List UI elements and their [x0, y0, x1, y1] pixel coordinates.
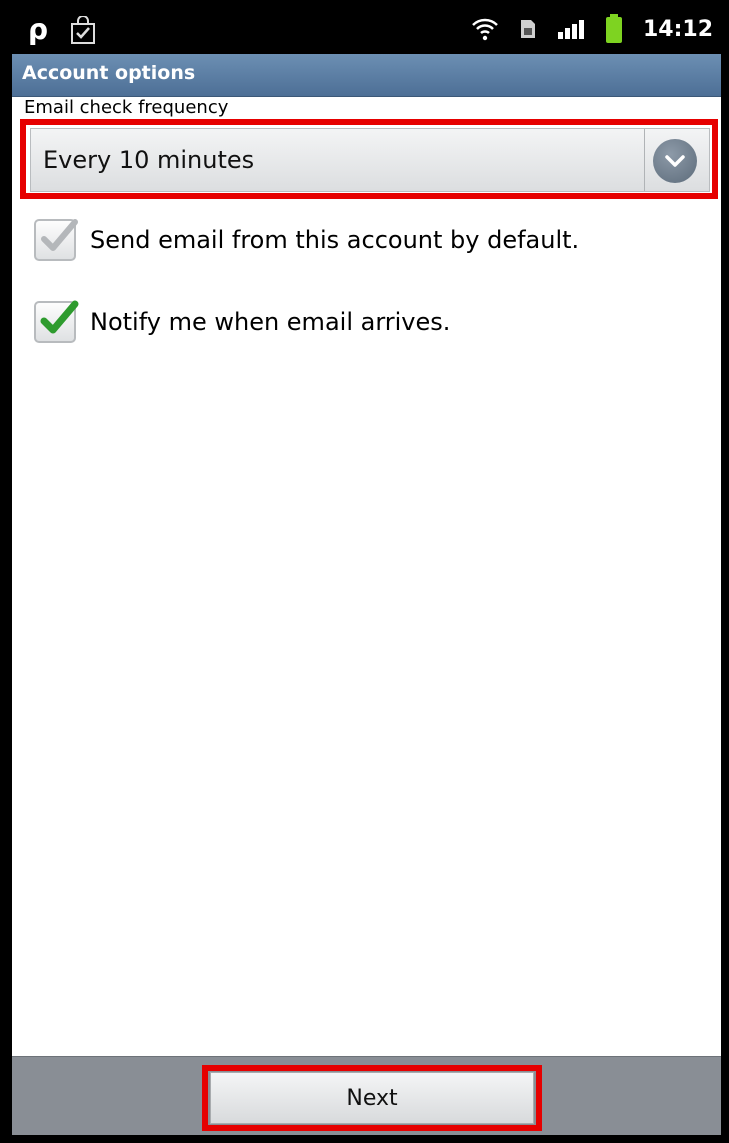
bottom-bar: Next: [12, 1056, 721, 1135]
p-app-icon: ρ: [28, 13, 49, 46]
wifi-icon: [471, 17, 499, 41]
sim-card-icon: [519, 18, 537, 40]
status-bar: ρ 14:12: [12, 8, 721, 54]
battery-icon: [605, 14, 623, 44]
screen: ρ 14:12 Account options Email check freq…: [12, 8, 721, 1135]
signal-icon: [557, 18, 585, 40]
frequency-label: Email check frequency: [24, 97, 229, 118]
frequency-spinner[interactable]: Every 10 minutes: [30, 128, 710, 192]
notify-checkbox[interactable]: [34, 300, 79, 343]
option-notify[interactable]: Notify me when email arrives.: [34, 300, 451, 343]
spinner-divider: [644, 129, 645, 191]
frequency-selected-value: Every 10 minutes: [43, 146, 255, 174]
page-title: Account options: [22, 62, 196, 84]
status-time: 14:12: [642, 16, 713, 42]
send-default-checkbox[interactable]: [34, 219, 78, 261]
option-send-default[interactable]: Send email from this account by default.: [34, 219, 579, 261]
title-bar: Account options: [12, 54, 721, 97]
notify-label: Notify me when email arrives.: [90, 308, 451, 336]
shopping-bag-check-icon: [70, 16, 96, 44]
send-default-label: Send email from this account by default.: [90, 226, 580, 254]
chevron-down-icon[interactable]: [653, 139, 697, 183]
next-button[interactable]: Next: [210, 1072, 534, 1124]
